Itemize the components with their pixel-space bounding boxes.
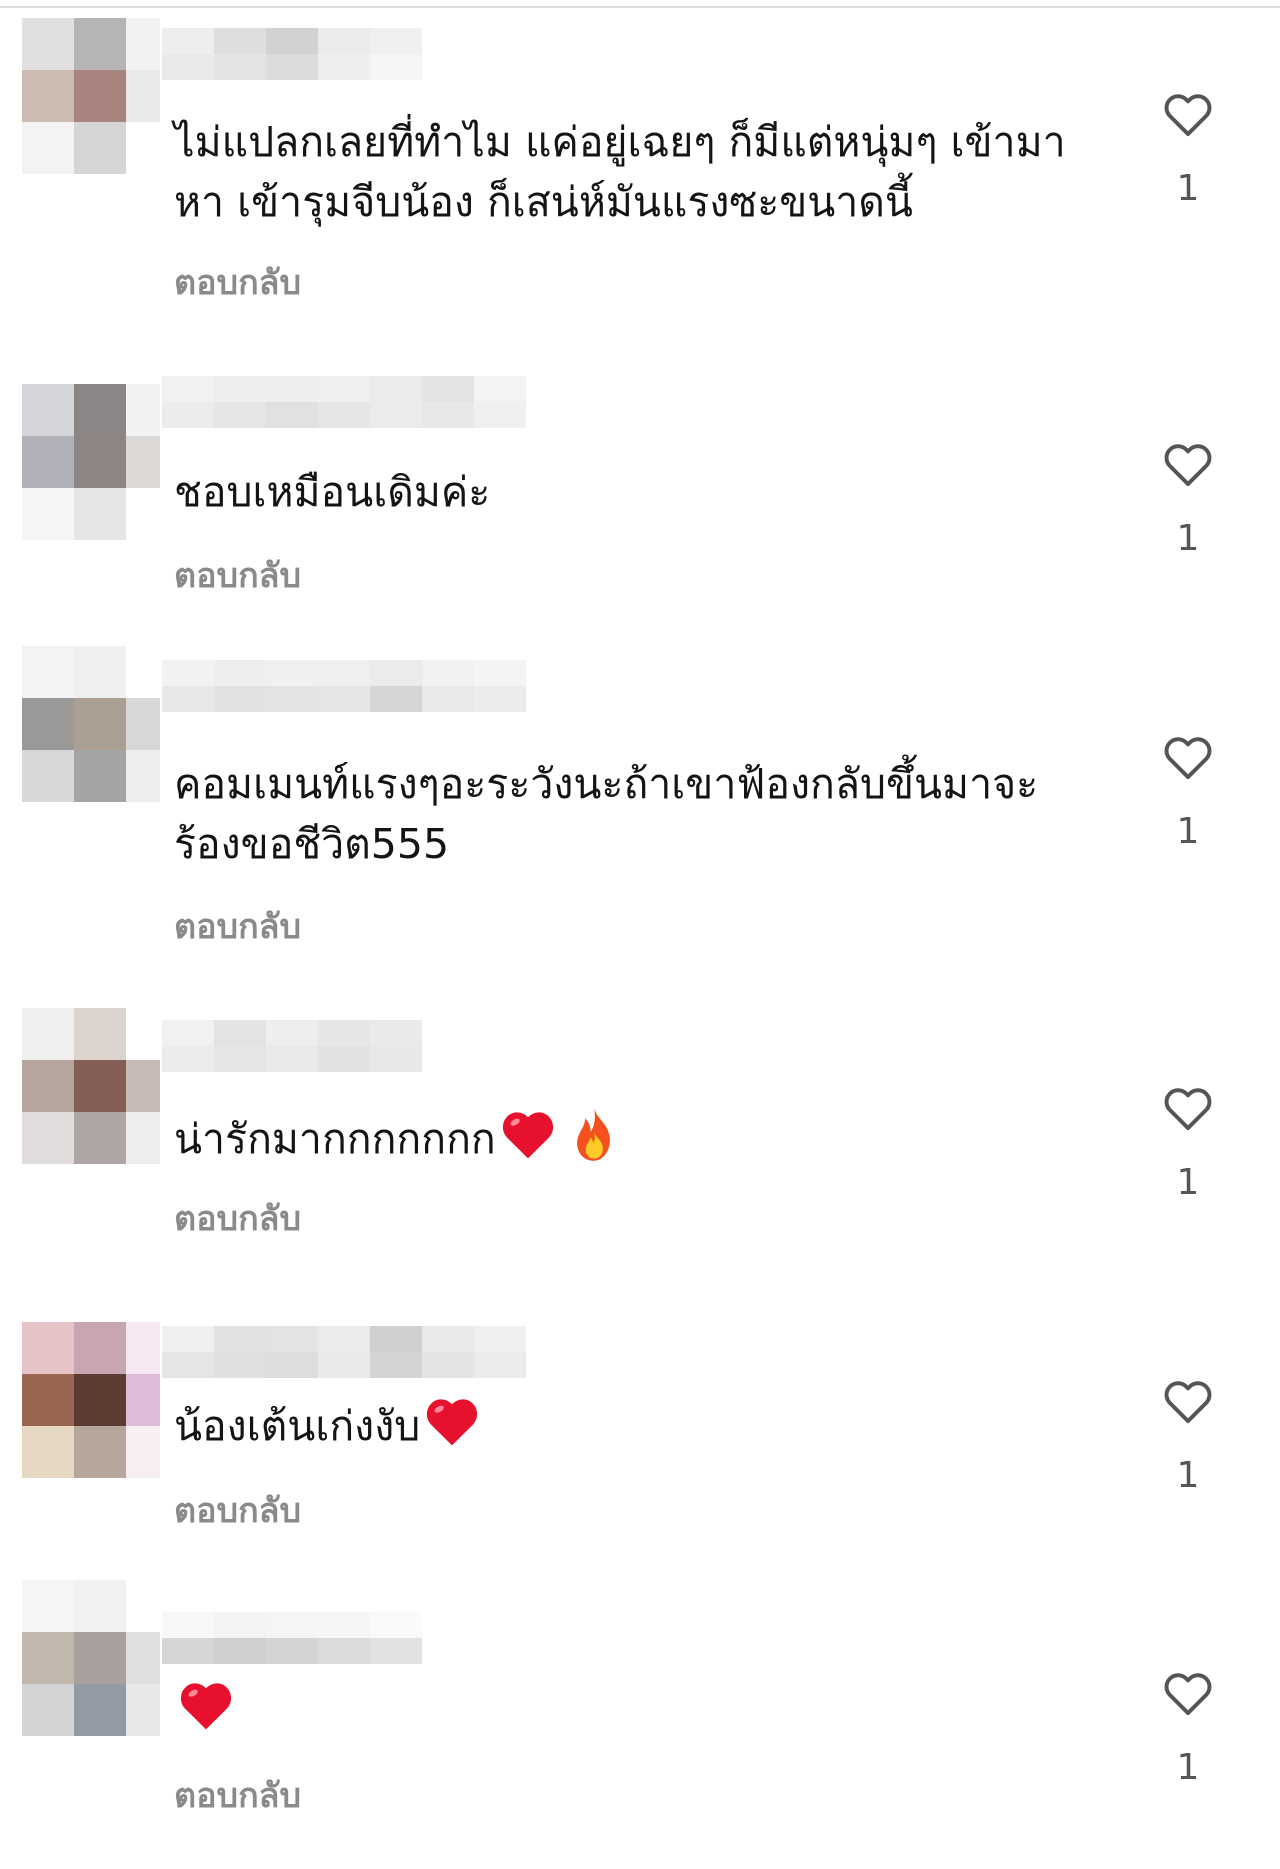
heart-outline-icon xyxy=(1164,94,1212,137)
like-button[interactable] xyxy=(1160,729,1216,785)
username-blurred[interactable] xyxy=(162,1612,422,1664)
red-heart-emoji xyxy=(502,1112,553,1159)
username-blurred[interactable] xyxy=(162,660,526,712)
heart-outline-icon xyxy=(1164,444,1212,487)
avatar[interactable] xyxy=(22,646,160,802)
like-button[interactable] xyxy=(1160,1373,1216,1429)
heart-outline-icon xyxy=(1164,1673,1212,1716)
red-heart-emoji xyxy=(427,1399,478,1446)
reply-button[interactable]: ตอบกลับ xyxy=(174,899,301,953)
like-count: 1 xyxy=(1176,1162,1200,1203)
like-count: 1 xyxy=(1176,1455,1200,1496)
avatar[interactable] xyxy=(22,1008,160,1164)
fire-emoji xyxy=(576,1107,610,1161)
red-heart-emoji xyxy=(180,1683,232,1730)
avatar[interactable] xyxy=(22,384,160,540)
reply-button[interactable]: ตอบกลับ xyxy=(174,548,301,602)
username-blurred[interactable] xyxy=(162,1020,422,1072)
like-count: 1 xyxy=(1176,1747,1200,1788)
reply-button[interactable]: ตอบกลับ xyxy=(174,1191,301,1245)
reply-button[interactable]: ตอบกลับ xyxy=(174,1768,301,1822)
like-button[interactable] xyxy=(1160,436,1216,492)
username-blurred[interactable] xyxy=(162,28,422,80)
avatar[interactable] xyxy=(22,18,160,174)
avatar[interactable] xyxy=(22,1322,160,1478)
comment-text-body: น่ารักมากกกกกกก xyxy=(174,1115,496,1163)
like-button[interactable] xyxy=(1160,86,1216,142)
heart-outline-icon xyxy=(1164,1088,1212,1131)
comment-text: คอมเมนท์แรงๆอะระวังนะถ้าเขาฟ้องกลับขึ้นม… xyxy=(174,760,1039,868)
top-divider xyxy=(0,6,1280,8)
comment-text: ชอบเหมือนเดิมค่ะ xyxy=(174,468,491,516)
comment-text: น่ารักมากกกกกกก xyxy=(174,1105,1094,1169)
username-blurred[interactable] xyxy=(162,1326,526,1378)
comment-text: น้องเต้นเก่งงับ xyxy=(174,1396,1094,1456)
comment-text-body: น้องเต้นเก่งงับ xyxy=(174,1402,421,1450)
reply-button[interactable]: ตอบกลับ xyxy=(174,255,301,309)
reply-button[interactable]: ตอบกลับ xyxy=(174,1483,301,1537)
like-count: 1 xyxy=(1176,518,1200,559)
like-button[interactable] xyxy=(1160,1665,1216,1721)
comment-text xyxy=(174,1680,1094,1740)
comment-text: ไม่แปลกเลยที่ทำไม แค่อยู่เฉยๆ ก็มีแต่หนุ… xyxy=(174,118,1066,226)
like-count: 1 xyxy=(1176,811,1200,852)
like-button[interactable] xyxy=(1160,1080,1216,1136)
username-blurred[interactable] xyxy=(162,376,526,428)
heart-outline-icon xyxy=(1164,1381,1212,1424)
like-count: 1 xyxy=(1176,168,1200,209)
avatar[interactable] xyxy=(22,1580,160,1736)
heart-outline-icon xyxy=(1164,737,1212,780)
